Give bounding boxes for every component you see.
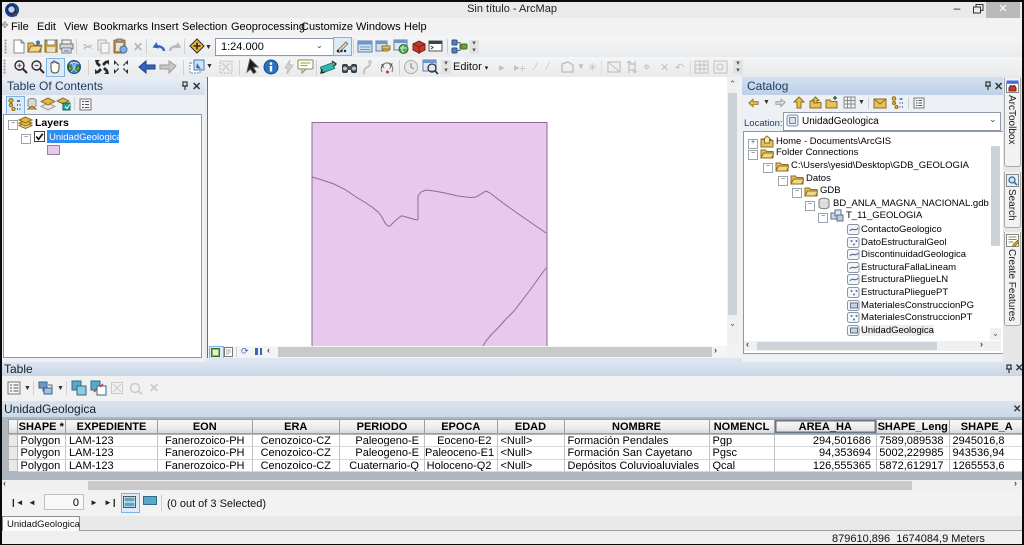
svg-text:x: x [381,63,385,70]
svg-text:y: y [389,62,393,69]
